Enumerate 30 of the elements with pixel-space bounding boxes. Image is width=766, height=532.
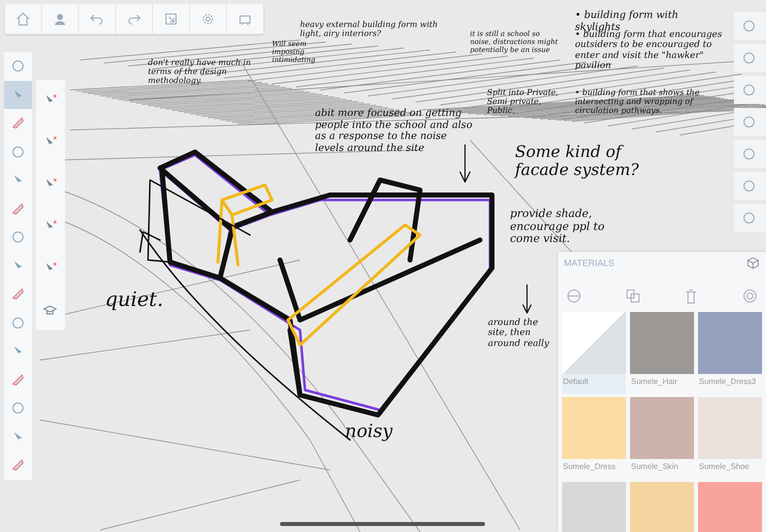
handwritten-note: don't really have much in terms of the design methodology. (148, 58, 252, 86)
handwritten-note: provide shade, encourage ppl to come visit. (510, 208, 606, 246)
material-swatch-item[interactable]: Sumele_Dress (562, 397, 626, 479)
handwritten-note: heavy external building form with light, airy interiors? (300, 20, 439, 38)
handwritten-note: • building form that encourages outsiders to be encouraged to enter and visit the "hawker" pavilion (575, 30, 723, 72)
material-swatch-item[interactable]: Sumele_Dress3 (698, 312, 762, 394)
material-swatch-item[interactable]: Sumele_Hair (630, 312, 694, 394)
material-name: Default (562, 376, 590, 388)
cube-icon[interactable] (746, 256, 760, 270)
handwritten-note: Split into Private, Semi private, Public. (487, 88, 560, 116)
material-name: Sumele_Shoe (698, 461, 750, 473)
handwritten-note: quiet. (105, 288, 164, 311)
material-name: Sumele_Dress3 (698, 376, 757, 388)
material-swatch-item[interactable]: Sumele_Shoe (698, 397, 762, 479)
panel-title: MATERIALS (564, 258, 614, 268)
handwritten-note: abit more focused on getting people into the school and also as a response to the noise levels around the site (315, 108, 474, 154)
material-name: Sumele_Hair (630, 376, 678, 388)
color-swatch[interactable] (562, 482, 626, 532)
material-name: Sumele_Dress (562, 461, 616, 473)
material-swatch-item[interactable]: Default (562, 312, 626, 394)
handwritten-note: Some kind of facade system? (515, 143, 640, 180)
handwritten-note: around the site, then around really (488, 318, 550, 350)
handwritten-note: • building form that shows the intersecting and wrapping of circulation pathways. (575, 88, 700, 116)
material-name: Sumele_Skin (630, 461, 680, 473)
material-swatch-item[interactable]: Sumele_Skin (630, 397, 694, 479)
select-icon[interactable] (4, 80, 32, 109)
handwritten-note: noisy (345, 422, 394, 443)
color-swatch[interactable] (630, 482, 694, 532)
duplicate-icon[interactable] (624, 288, 641, 304)
color-swatch[interactable] (698, 482, 762, 532)
